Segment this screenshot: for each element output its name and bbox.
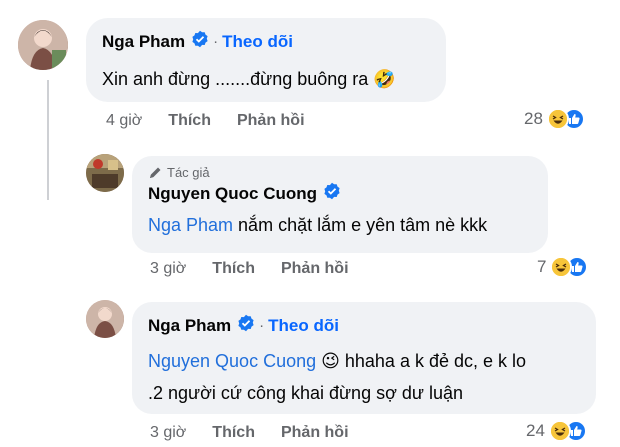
like-button[interactable]: Thích [212,260,255,278]
haha-reaction-icon [546,108,569,130]
wink-emoji: 😉 [321,351,340,371]
comment-actions: 3 giờ Thích Phản hồi [150,424,375,442]
verified-badge-icon [237,314,255,337]
comment-actions: 4 giờ Thích Phản hồi [106,112,331,130]
reaction-count: 24 [526,421,545,440]
reply-button[interactable]: Phản hồi [281,424,349,442]
author-tag: Tác giả [148,165,532,180]
verified-badge-icon [323,182,341,205]
follow-button[interactable]: Theo dõi [222,32,293,52]
comment-time[interactable]: 3 giờ [150,260,186,278]
rofl-emoji: 🤣 [373,69,396,89]
comment-actions: 3 giờ Thích Phản hồi [150,260,375,278]
reply-button[interactable]: Phản hồi [237,112,305,130]
reaction-count: 28 [524,109,543,128]
comment-bubble: Nga Pham · Theo dõi Nguyen Quoc Cuong 😉 … [132,302,596,414]
haha-reaction-icon [548,420,571,442]
avatar[interactable] [18,20,68,70]
author-label: Tác giả [167,165,210,180]
thread-line [47,80,49,200]
mention-link[interactable]: Nga Pham [148,215,233,235]
comment-bubble: Tác giả Nguyen Quoc Cuong Nga Pham nắm c… [132,156,548,253]
avatar[interactable] [86,154,124,192]
reaction-count: 7 [537,257,547,276]
reaction-summary[interactable]: 24 [526,420,587,442]
separator-dot: · [213,33,219,50]
comment-time[interactable]: 4 giờ [106,112,142,130]
like-button[interactable]: Thích [212,424,255,442]
verified-badge-icon [191,30,209,53]
commenter-name[interactable]: Nga Pham [148,316,231,336]
follow-button[interactable]: Theo dõi [268,316,339,336]
comment-bubble: Nga Pham · Theo dõi Xin anh đừng .......… [86,18,446,102]
haha-reaction-icon [550,256,573,278]
reply-button[interactable]: Phản hồi [281,260,349,278]
comment-text: Nguyen Quoc Cuong 😉 hhaha a k đẻ dc, e k… [148,351,527,403]
comment-text: Xin anh đừng .......đừng buông ra 🤣 [102,69,396,89]
reaction-summary[interactable]: 28 [524,108,585,130]
reaction-summary[interactable]: 7 [537,256,589,278]
commenter-name[interactable]: Nga Pham [102,32,185,52]
like-button[interactable]: Thích [168,112,211,130]
separator-dot: · [259,317,265,334]
commenter-name[interactable]: Nguyen Quoc Cuong [148,184,317,204]
comment-time[interactable]: 3 giờ [150,424,186,442]
avatar[interactable] [86,300,124,338]
mention-link[interactable]: Nguyen Quoc Cuong [148,351,316,371]
pen-icon [150,167,161,178]
comment-text: Nga Pham nắm chặt lắm e yên tâm nè kkk [148,215,488,235]
